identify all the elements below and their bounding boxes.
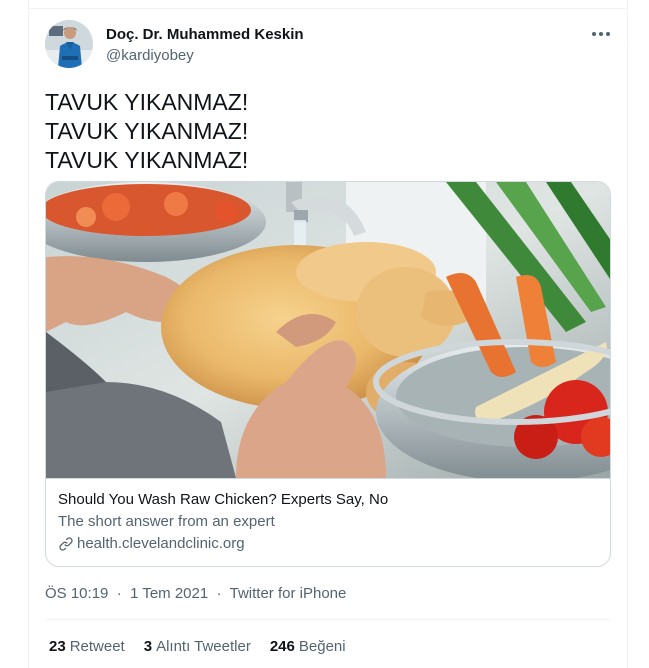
tweet-stats: 23 Retweet 3 Alıntı Tweetler 246 Beğeni — [49, 638, 365, 655]
tweet-text-line: TAVUK YIKANMAZ! — [45, 118, 249, 144]
card-description: The short answer from an expert — [58, 513, 275, 530]
link-card[interactable]: Should You Wash Raw Chicken? Experts Say… — [45, 181, 611, 567]
like-count[interactable]: 246 Beğeni — [270, 638, 346, 655]
card-meta[interactable]: Should You Wash Raw Chicken? Experts Say… — [46, 478, 610, 566]
top-divider — [28, 8, 628, 9]
quote-count[interactable]: 3 Alıntı Tweetler — [144, 638, 251, 655]
card-domain-text: health.clevelandclinic.org — [77, 535, 245, 552]
link-icon — [59, 536, 73, 551]
meta-separator: · — [212, 585, 226, 602]
author-name[interactable]: Doç. Dr. Muhammed Keskin — [106, 26, 304, 43]
meta-separator: · — [112, 585, 126, 602]
card-domain: health.clevelandclinic.org — [58, 535, 245, 552]
tweet-time[interactable]: ÖS 10:19 — [45, 585, 108, 602]
author-handle[interactable]: @kardiyobey — [106, 47, 194, 64]
tweet-source[interactable]: Twitter for iPhone — [230, 585, 347, 602]
card-title: Should You Wash Raw Chicken? Experts Say… — [58, 491, 389, 508]
retweet-count[interactable]: 23 Retweet — [49, 638, 125, 655]
tweet-date[interactable]: 1 Tem 2021 — [130, 585, 208, 602]
tweet-text: TAVUK YIKANMAZ! TAVUK YIKANMAZ! TAVUK YI… — [45, 88, 248, 175]
divider — [45, 619, 611, 620]
tweet-meta: ÖS 10:19 · 1 Tem 2021 · Twitter for iPho… — [45, 585, 346, 602]
tweet-text-line: TAVUK YIKANMAZ! — [45, 147, 249, 173]
card-image — [46, 182, 610, 478]
tweet-text-line: TAVUK YIKANMAZ! — [45, 89, 249, 115]
avatar[interactable] — [45, 20, 93, 68]
more-icon[interactable] — [586, 22, 616, 46]
